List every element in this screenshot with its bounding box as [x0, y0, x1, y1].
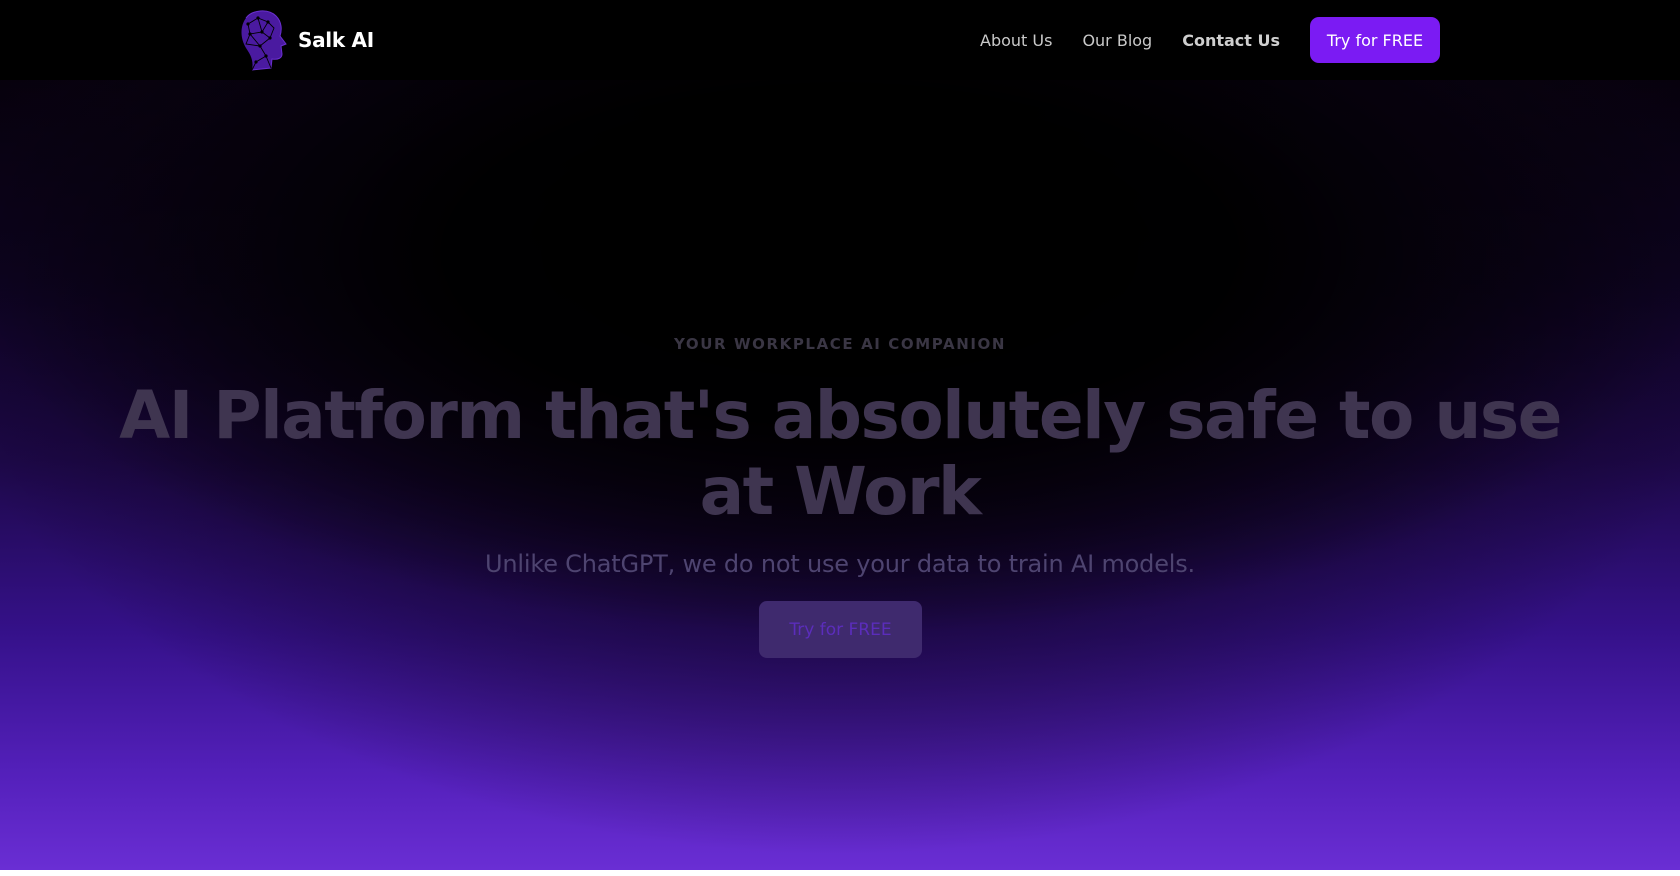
brand-name: Salk AI [298, 28, 374, 52]
top-navigation-bar: Salk AI About Us Our Blog Contact Us Try… [0, 0, 1680, 80]
hero-headline-line-2: at Work [699, 453, 982, 530]
hero-section: YOUR WORKPLACE AI COMPANION AI Platform … [0, 80, 1680, 870]
nav-link-about-us[interactable]: About Us [980, 31, 1052, 50]
nav-link-our-blog[interactable]: Our Blog [1082, 31, 1152, 50]
hero-try-free-button[interactable]: Try for FREE [759, 601, 922, 658]
hero-headline-line-1: AI Platform that's absolutely safe to us… [119, 377, 1562, 454]
page-bottom-edge [0, 870, 1680, 876]
hero-subheadline: Unlike ChatGPT, we do not use your data … [485, 550, 1195, 578]
brand[interactable]: Salk AI [238, 8, 374, 72]
nav-link-contact-us[interactable]: Contact Us [1182, 31, 1280, 50]
head-network-logo-icon [241, 10, 287, 71]
header-try-free-button[interactable]: Try for FREE [1310, 17, 1440, 63]
landing-page: Salk AI About Us Our Blog Contact Us Try… [0, 0, 1680, 876]
hero-headline: AI Platform that's absolutely safe to us… [0, 378, 1680, 530]
main-nav: About Us Our Blog Contact Us Try for FRE… [980, 17, 1440, 63]
hero-eyebrow: YOUR WORKPLACE AI COMPANION [673, 335, 1007, 353]
